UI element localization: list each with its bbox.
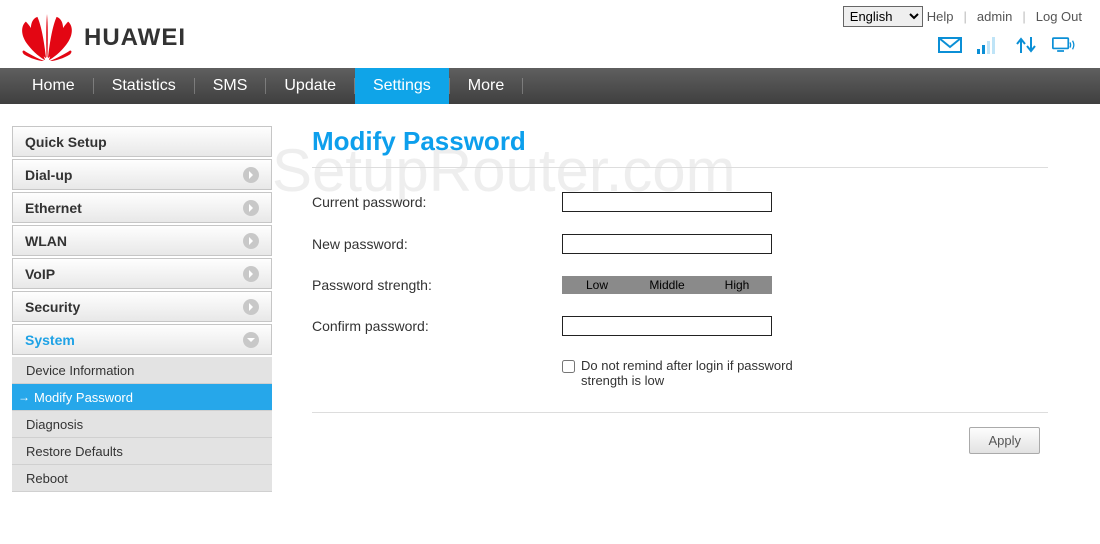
strength-middle: Middle <box>632 276 702 294</box>
top-links: English Help | admin | Log Out <box>843 6 1082 27</box>
brand-text: HUAWEI <box>84 24 186 52</box>
current-password-input[interactable] <box>562 192 772 212</box>
divider <box>312 412 1048 413</box>
logo-area: HUAWEI <box>18 6 186 62</box>
sidebar: Quick Setup Dial-up Ethernet WLAN VoIP S… <box>12 126 272 492</box>
strength-label: Password strength: <box>312 277 562 293</box>
sidebar-item-security[interactable]: Security <box>12 291 272 322</box>
system-subitems: Device Information Modify Password Diagn… <box>12 357 272 492</box>
status-icons <box>938 35 1082 55</box>
new-password-input[interactable] <box>562 234 772 254</box>
strength-high: High <box>702 276 772 294</box>
chevron-right-icon <box>243 233 259 249</box>
chevron-right-icon <box>243 200 259 216</box>
apply-button[interactable]: Apply <box>969 427 1040 454</box>
monitor-wifi-icon <box>1052 35 1076 55</box>
confirm-password-input[interactable] <box>562 316 772 336</box>
nav-settings[interactable]: Settings <box>355 68 449 104</box>
main-nav: Home Statistics SMS Update Settings More <box>0 68 1100 104</box>
confirm-password-label: Confirm password: <box>312 318 562 334</box>
current-password-label: Current password: <box>312 194 562 210</box>
sidebar-item-ethernet[interactable]: Ethernet <box>12 192 272 223</box>
language-select[interactable]: English <box>843 6 923 27</box>
nav-statistics[interactable]: Statistics <box>94 68 194 104</box>
chevron-right-icon <box>243 299 259 315</box>
top-right: English Help | admin | Log Out <box>843 6 1082 55</box>
chevron-right-icon <box>243 266 259 282</box>
strength-indicator: Low Middle High <box>562 276 772 294</box>
chevron-right-icon <box>243 167 259 183</box>
sidebar-item-voip[interactable]: VoIP <box>12 258 272 289</box>
signal-icon <box>976 35 1000 55</box>
header: HUAWEI English Help | admin | Log Out <box>0 0 1100 62</box>
separator: | <box>1022 9 1025 24</box>
sidebar-item-quick-setup[interactable]: Quick Setup <box>12 126 272 157</box>
sidebar-item-system[interactable]: System <box>12 324 272 355</box>
sub-modify-password[interactable]: Modify Password <box>12 384 272 411</box>
help-link[interactable]: Help <box>927 9 954 24</box>
sub-restore-defaults[interactable]: Restore Defaults <box>12 438 272 465</box>
updown-icon <box>1014 35 1038 55</box>
page-title: Modify Password <box>312 126 1048 168</box>
nav-more[interactable]: More <box>450 68 522 104</box>
huawei-logo-icon <box>18 14 76 62</box>
new-password-label: New password: <box>312 236 562 252</box>
sidebar-item-wlan[interactable]: WLAN <box>12 225 272 256</box>
sub-diagnosis[interactable]: Diagnosis <box>12 411 272 438</box>
password-form: Current password: New password: Password… <box>312 192 1048 454</box>
separator: | <box>964 9 967 24</box>
no-remind-label: Do not remind after login if password st… <box>581 358 812 388</box>
content: SetupRouter.com Modify Password Current … <box>272 126 1088 492</box>
sidebar-item-dialup[interactable]: Dial-up <box>12 159 272 190</box>
body: Quick Setup Dial-up Ethernet WLAN VoIP S… <box>0 104 1100 514</box>
logout-link[interactable]: Log Out <box>1036 9 1082 24</box>
no-remind-checkbox[interactable] <box>562 360 575 373</box>
nav-sms[interactable]: SMS <box>195 68 266 104</box>
nav-update[interactable]: Update <box>266 68 354 104</box>
sub-reboot[interactable]: Reboot <box>12 465 272 492</box>
nav-home[interactable]: Home <box>14 68 93 104</box>
mail-icon[interactable] <box>938 35 962 55</box>
user-label: admin <box>977 9 1012 24</box>
strength-low: Low <box>562 276 632 294</box>
chevron-down-icon <box>243 332 259 348</box>
sub-device-information[interactable]: Device Information <box>12 357 272 384</box>
